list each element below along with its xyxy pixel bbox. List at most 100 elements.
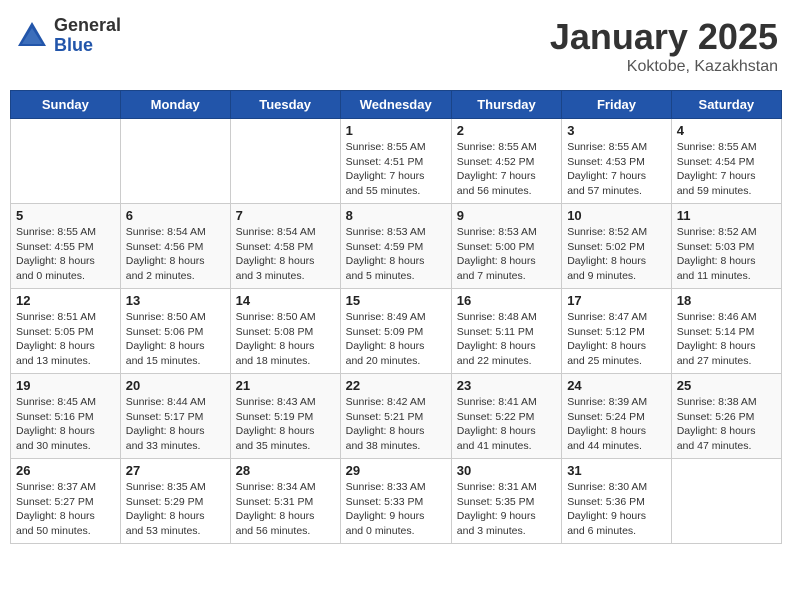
day-cell <box>120 119 230 204</box>
day-number: 2 <box>457 123 556 138</box>
day-cell: 20 Sunrise: 8:44 AM Sunset: 5:17 PM Dayli… <box>120 374 230 459</box>
day-cell: 21Sunrise: 8:43 AM Sunset: 5:19 PM Dayli… <box>230 374 340 459</box>
title-area: January 2025 Koktobe, Kazakhstan <box>550 16 778 76</box>
day-number: 31 <box>567 463 666 478</box>
day-cell: 28 Sunrise: 8:34 AM Sunset: 5:31 PM Dayli… <box>230 459 340 544</box>
day-info: Sunrise: 8:39 AM Sunset: 5:24 PM Dayligh… <box>567 395 666 454</box>
day-info: Sunrise: 8:48 AM Sunset: 5:11 PM Dayligh… <box>457 310 556 369</box>
day-cell: 29 Sunrise: 8:33 AM Sunset: 5:33 PM Dayli… <box>340 459 451 544</box>
day-cell: 9 Sunrise: 8:53 AM Sunset: 5:00 PM Daylig… <box>451 204 561 289</box>
day-cell: 30 Sunrise: 8:31 AM Sunset: 5:35 PM Dayli… <box>451 459 561 544</box>
day-info: Sunrise: 8:54 AM Sunset: 4:58 PM Dayligh… <box>236 225 335 284</box>
day-info: Sunrise: 8:49 AM Sunset: 5:09 PM Dayligh… <box>346 310 446 369</box>
day-cell: 22 Sunrise: 8:42 AM Sunset: 5:21 PM Dayli… <box>340 374 451 459</box>
day-number: 14 <box>236 293 335 308</box>
day-number: 29 <box>346 463 446 478</box>
day-number: 21 <box>236 378 335 393</box>
day-number: 16 <box>457 293 556 308</box>
day-info: Sunrise: 8:33 AM Sunset: 5:33 PM Dayligh… <box>346 480 446 539</box>
weekday-header-monday: Monday <box>120 91 230 119</box>
day-cell: 10 Sunrise: 8:52 AM Sunset: 5:02 PM Dayli… <box>562 204 672 289</box>
day-number: 18 <box>677 293 776 308</box>
day-cell: 27 Sunrise: 8:35 AM Sunset: 5:29 PM Dayli… <box>120 459 230 544</box>
day-cell: 31 Sunrise: 8:30 AM Sunset: 5:36 PM Dayli… <box>562 459 672 544</box>
day-cell: 15 Sunrise: 8:49 AM Sunset: 5:09 PM Dayli… <box>340 289 451 374</box>
day-info: Sunrise: 8:30 AM Sunset: 5:36 PM Dayligh… <box>567 480 666 539</box>
day-number: 6 <box>126 208 225 223</box>
day-info: Sunrise: 8:53 AM Sunset: 5:00 PM Dayligh… <box>457 225 556 284</box>
day-cell: 12Sunrise: 8:51 AM Sunset: 5:05 PM Dayli… <box>11 289 121 374</box>
day-number: 10 <box>567 208 666 223</box>
weekday-header-tuesday: Tuesday <box>230 91 340 119</box>
day-info: Sunrise: 8:50 AM Sunset: 5:06 PM Dayligh… <box>126 310 225 369</box>
day-info: Sunrise: 8:42 AM Sunset: 5:21 PM Dayligh… <box>346 395 446 454</box>
day-cell: 3Sunrise: 8:55 AM Sunset: 4:53 PM Daylig… <box>562 119 672 204</box>
day-number: 20 <box>126 378 225 393</box>
day-cell <box>671 459 781 544</box>
day-number: 30 <box>457 463 556 478</box>
day-info: Sunrise: 8:44 AM Sunset: 5:17 PM Dayligh… <box>126 395 225 454</box>
day-info: Sunrise: 8:51 AM Sunset: 5:05 PM Dayligh… <box>16 310 115 369</box>
day-cell: 6 Sunrise: 8:54 AM Sunset: 4:56 PM Daylig… <box>120 204 230 289</box>
day-number: 17 <box>567 293 666 308</box>
day-cell <box>230 119 340 204</box>
day-cell: 13Sunrise: 8:50 AM Sunset: 5:06 PM Dayli… <box>120 289 230 374</box>
day-cell: 18 Sunrise: 8:46 AM Sunset: 5:14 PM Dayli… <box>671 289 781 374</box>
day-info: Sunrise: 8:55 AM Sunset: 4:55 PM Dayligh… <box>16 225 115 284</box>
day-info: Sunrise: 8:45 AM Sunset: 5:16 PM Dayligh… <box>16 395 115 454</box>
day-number: 26 <box>16 463 115 478</box>
calendar: SundayMondayTuesdayWednesdayThursdayFrid… <box>10 90 782 544</box>
day-number: 24 <box>567 378 666 393</box>
day-info: Sunrise: 8:35 AM Sunset: 5:29 PM Dayligh… <box>126 480 225 539</box>
day-number: 8 <box>346 208 446 223</box>
day-cell: 16 Sunrise: 8:48 AM Sunset: 5:11 PM Dayli… <box>451 289 561 374</box>
week-row-4: 19Sunrise: 8:45 AM Sunset: 5:16 PM Dayli… <box>11 374 782 459</box>
day-info: Sunrise: 8:34 AM Sunset: 5:31 PM Dayligh… <box>236 480 335 539</box>
day-cell: 7 Sunrise: 8:54 AM Sunset: 4:58 PM Daylig… <box>230 204 340 289</box>
day-cell: 23Sunrise: 8:41 AM Sunset: 5:22 PM Dayli… <box>451 374 561 459</box>
week-row-3: 12Sunrise: 8:51 AM Sunset: 5:05 PM Dayli… <box>11 289 782 374</box>
day-number: 4 <box>677 123 776 138</box>
week-row-1: 1 Sunrise: 8:55 AM Sunset: 4:51 PM Daylig… <box>11 119 782 204</box>
weekday-header-row: SundayMondayTuesdayWednesdayThursdayFrid… <box>11 91 782 119</box>
page-header: General Blue January 2025 Koktobe, Kazak… <box>10 10 782 82</box>
day-info: Sunrise: 8:52 AM Sunset: 5:02 PM Dayligh… <box>567 225 666 284</box>
day-info: Sunrise: 8:53 AM Sunset: 4:59 PM Dayligh… <box>346 225 446 284</box>
week-row-5: 26 Sunrise: 8:37 AM Sunset: 5:27 PM Dayli… <box>11 459 782 544</box>
weekday-header-thursday: Thursday <box>451 91 561 119</box>
day-number: 28 <box>236 463 335 478</box>
day-cell: 17Sunrise: 8:47 AM Sunset: 5:12 PM Dayli… <box>562 289 672 374</box>
day-info: Sunrise: 8:46 AM Sunset: 5:14 PM Dayligh… <box>677 310 776 369</box>
day-number: 23 <box>457 378 556 393</box>
day-number: 22 <box>346 378 446 393</box>
day-cell <box>11 119 121 204</box>
day-cell: 24 Sunrise: 8:39 AM Sunset: 5:24 PM Dayli… <box>562 374 672 459</box>
logo: General Blue <box>14 16 121 56</box>
day-cell: 5Sunrise: 8:55 AM Sunset: 4:55 PM Daylig… <box>11 204 121 289</box>
day-cell: 1 Sunrise: 8:55 AM Sunset: 4:51 PM Daylig… <box>340 119 451 204</box>
day-info: Sunrise: 8:55 AM Sunset: 4:54 PM Dayligh… <box>677 140 776 199</box>
day-number: 9 <box>457 208 556 223</box>
day-info: Sunrise: 8:38 AM Sunset: 5:26 PM Dayligh… <box>677 395 776 454</box>
weekday-header-saturday: Saturday <box>671 91 781 119</box>
day-info: Sunrise: 8:52 AM Sunset: 5:03 PM Dayligh… <box>677 225 776 284</box>
day-info: Sunrise: 8:54 AM Sunset: 4:56 PM Dayligh… <box>126 225 225 284</box>
day-number: 1 <box>346 123 446 138</box>
location: Koktobe, Kazakhstan <box>550 58 778 76</box>
day-info: Sunrise: 8:55 AM Sunset: 4:51 PM Dayligh… <box>346 140 446 199</box>
day-number: 25 <box>677 378 776 393</box>
day-number: 27 <box>126 463 225 478</box>
weekday-header-friday: Friday <box>562 91 672 119</box>
day-info: Sunrise: 8:37 AM Sunset: 5:27 PM Dayligh… <box>16 480 115 539</box>
day-number: 15 <box>346 293 446 308</box>
day-info: Sunrise: 8:31 AM Sunset: 5:35 PM Dayligh… <box>457 480 556 539</box>
day-cell: 25 Sunrise: 8:38 AM Sunset: 5:26 PM Dayli… <box>671 374 781 459</box>
day-cell: 19Sunrise: 8:45 AM Sunset: 5:16 PM Dayli… <box>11 374 121 459</box>
day-number: 11 <box>677 208 776 223</box>
weekday-header-sunday: Sunday <box>11 91 121 119</box>
day-info: Sunrise: 8:55 AM Sunset: 4:53 PM Dayligh… <box>567 140 666 199</box>
day-cell: 4 Sunrise: 8:55 AM Sunset: 4:54 PM Daylig… <box>671 119 781 204</box>
day-info: Sunrise: 8:50 AM Sunset: 5:08 PM Dayligh… <box>236 310 335 369</box>
day-number: 7 <box>236 208 335 223</box>
day-info: Sunrise: 8:55 AM Sunset: 4:52 PM Dayligh… <box>457 140 556 199</box>
